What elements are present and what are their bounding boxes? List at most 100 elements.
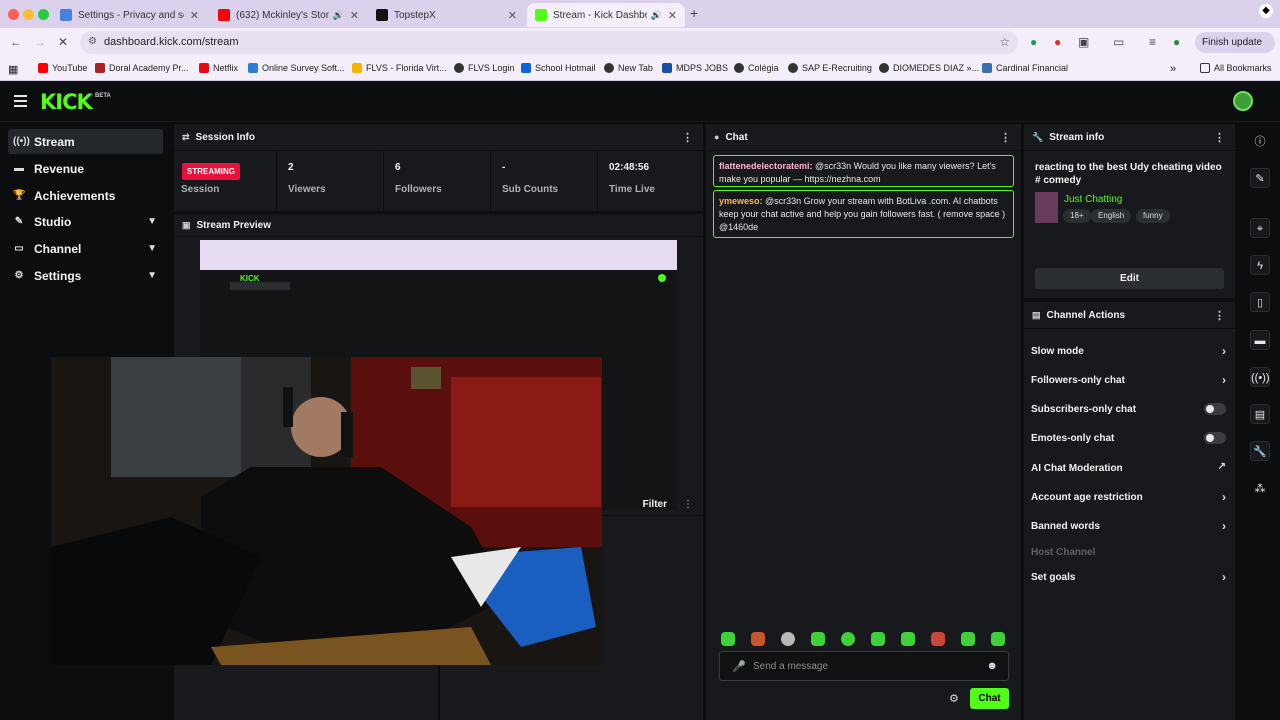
chat-username[interactable]: flattenedelectoratemi: bbox=[719, 161, 813, 171]
bookmark-sap[interactable]: SAP E-Recruiting bbox=[788, 63, 872, 73]
more-options-icon[interactable]: ⋮ bbox=[682, 131, 693, 144]
zoom-window-button[interactable] bbox=[38, 9, 49, 20]
category-thumbnail[interactable] bbox=[1035, 192, 1058, 223]
reading-list-icon[interactable]: ≡ bbox=[1149, 35, 1156, 49]
chat-input[interactable]: 🎤 Send a message ☻ bbox=[719, 651, 1009, 681]
close-tab-icon[interactable]: ✕ bbox=[190, 9, 199, 22]
pencil-icon[interactable]: ✎ bbox=[1250, 168, 1270, 188]
action-banned-words[interactable]: Banned words › bbox=[1031, 519, 1226, 533]
chat-message[interactable]: ymeweso: @scr33n Grow your stream with B… bbox=[713, 190, 1014, 238]
back-arrow-icon[interactable]: ← bbox=[10, 35, 22, 49]
finish-update-button[interactable]: Finish update ⋮ bbox=[1195, 32, 1275, 69]
profile-avatar-icon[interactable]: ● bbox=[1173, 35, 1180, 49]
more-options-icon[interactable]: ⋮ bbox=[1000, 131, 1011, 144]
more-options-icon[interactable]: ⋮ bbox=[1214, 309, 1225, 322]
more-options-icon[interactable]: ⋮ bbox=[683, 499, 693, 510]
action-followers-only-chat[interactable]: Followers-only chat › bbox=[1031, 373, 1226, 387]
close-tab-icon[interactable]: ✕ bbox=[350, 9, 359, 22]
lightning-icon[interactable]: ϟ bbox=[1250, 255, 1270, 275]
speaker-icon[interactable]: 🔊 bbox=[333, 10, 344, 21]
action-account-age-restriction[interactable]: Account age restriction › bbox=[1031, 490, 1226, 504]
bookmark-colegia[interactable]: Colégia bbox=[734, 63, 779, 73]
emote-icon[interactable] bbox=[931, 632, 945, 646]
document-icon[interactable]: ▯ bbox=[1250, 292, 1270, 312]
emotes-only-toggle[interactable] bbox=[1204, 432, 1226, 444]
close-tab-icon[interactable]: ✕ bbox=[668, 9, 677, 22]
emote-icon[interactable] bbox=[961, 632, 975, 646]
chat-settings-gear-icon[interactable]: ⚙ bbox=[949, 692, 959, 705]
extension-red-icon[interactable]: ● bbox=[1054, 35, 1061, 49]
bookmark-mdps-jobs[interactable]: MDPS JOBS bbox=[662, 63, 728, 73]
emote-icon[interactable] bbox=[871, 632, 885, 646]
filter-button[interactable]: Filter bbox=[643, 499, 667, 510]
site-info-icon[interactable]: ⚙ bbox=[88, 36, 97, 47]
action-set-goals[interactable]: Set goals › bbox=[1031, 570, 1226, 584]
user-avatar[interactable] bbox=[1233, 91, 1253, 111]
forward-arrow-icon[interactable]: → bbox=[34, 35, 46, 49]
cast-icon[interactable]: ▭ bbox=[1113, 35, 1124, 49]
broadcast-icon[interactable]: ((•)) bbox=[1250, 367, 1270, 387]
chat-message[interactable]: flattenedelectoratemi: @scr33n Would you… bbox=[713, 155, 1014, 187]
browser-tab-youtube[interactable]: (632) Mckinley's Story (T 🔊 ✕ bbox=[210, 3, 367, 27]
bookmark-flvs[interactable]: FLVS - Florida Virt... bbox=[352, 63, 447, 73]
bookmark-star-icon[interactable]: ☆ bbox=[999, 35, 1010, 49]
browser-tab-topstep[interactable]: TopstepX ✕ bbox=[368, 3, 525, 27]
emote-icon[interactable] bbox=[841, 632, 855, 646]
emote-icon[interactable] bbox=[751, 632, 765, 646]
target-icon[interactable]: ⌖ bbox=[1250, 218, 1270, 238]
emote-icon[interactable] bbox=[811, 632, 825, 646]
apps-grid-icon[interactable]: ▦ bbox=[8, 63, 18, 76]
more-bookmarks-icon[interactable]: » bbox=[1170, 63, 1176, 75]
extension-green-icon[interactable]: ● bbox=[1030, 35, 1037, 49]
bookmark-netflix[interactable]: Netflix bbox=[199, 63, 238, 73]
microphone-icon[interactable]: 🎤 bbox=[732, 660, 746, 673]
tag-mature[interactable]: 18+ bbox=[1063, 209, 1091, 223]
emote-icon[interactable] bbox=[991, 632, 1005, 646]
emote-icon[interactable] bbox=[721, 632, 735, 646]
action-ai-chat-moderation[interactable]: AI Chat Moderation ↗ bbox=[1031, 461, 1226, 474]
chat-icon[interactable]: ▬ bbox=[1250, 330, 1270, 350]
minimize-window-button[interactable] bbox=[23, 9, 34, 20]
emote-icon[interactable] bbox=[781, 632, 795, 646]
category-link[interactable]: Just Chatting bbox=[1064, 194, 1122, 205]
bookmark-doral[interactable]: Doral Academy Pr... bbox=[95, 63, 189, 73]
chat-username[interactable]: ymeweso: bbox=[719, 196, 763, 206]
all-bookmarks[interactable]: All Bookmarks bbox=[1200, 63, 1272, 73]
bookmark-survey[interactable]: Online Survey Soft... bbox=[248, 63, 345, 73]
tag-language[interactable]: English bbox=[1091, 209, 1132, 223]
sidebar-item-channel[interactable]: ▭ Channel ▼ bbox=[8, 236, 163, 261]
browser-tab-settings[interactable]: Settings - Privacy and securi ✕ bbox=[52, 3, 207, 27]
bookmark-hotmail[interactable]: School Hotmail bbox=[521, 63, 596, 73]
sidebar-item-studio[interactable]: ✎ Studio ▼ bbox=[8, 209, 163, 234]
subscribers-only-toggle[interactable] bbox=[1204, 403, 1226, 415]
emote-icon[interactable] bbox=[901, 632, 915, 646]
bookmark-new-tab[interactable]: New Tab bbox=[604, 63, 653, 73]
bookmark-diomedes[interactable]: DIOMEDES DIAZ »... bbox=[879, 63, 979, 73]
send-chat-button[interactable]: Chat bbox=[970, 688, 1009, 709]
tag-funny[interactable]: funny bbox=[1136, 209, 1170, 223]
bookmark-youtube[interactable]: YouTube bbox=[38, 63, 87, 73]
sidebar-item-settings[interactable]: ⚙ Settings ▼ bbox=[8, 263, 163, 288]
info-icon[interactable]: ⓘ bbox=[1250, 132, 1270, 152]
address-bar[interactable]: ⚙ dashboard.kick.com/stream ☆ bbox=[80, 31, 1018, 54]
close-window-button[interactable] bbox=[8, 9, 19, 20]
extension-spark-icon[interactable]: ◆ bbox=[1259, 4, 1273, 18]
kick-logo[interactable]: KICK bbox=[40, 90, 93, 114]
hamburger-menu-icon[interactable] bbox=[14, 95, 27, 107]
stop-loading-icon[interactable]: ✕ bbox=[58, 35, 68, 49]
apps-icon[interactable]: ⁂ bbox=[1250, 479, 1270, 499]
more-options-icon[interactable]: ⋮ bbox=[1214, 131, 1225, 144]
extensions-puzzle-icon[interactable]: ▣ bbox=[1078, 35, 1089, 49]
sidebar-item-stream[interactable]: ((•)) Stream bbox=[8, 129, 163, 154]
close-tab-icon[interactable]: ✕ bbox=[508, 9, 517, 22]
sidebar-item-revenue[interactable]: ▬ Revenue bbox=[8, 156, 163, 181]
browser-tab-kick[interactable]: Stream - Kick Dashboard 🔊 ✕ bbox=[527, 3, 685, 27]
sidebar-item-achievements[interactable]: 🏆 Achievements bbox=[8, 183, 163, 208]
bookmark-cardinal[interactable]: Cardinal Financial bbox=[982, 63, 1068, 73]
new-tab-button[interactable]: + bbox=[690, 5, 698, 21]
layout-icon[interactable]: ▤ bbox=[1250, 404, 1270, 424]
edit-stream-info-button[interactable]: Edit bbox=[1035, 268, 1224, 289]
bookmark-flvs-login[interactable]: FLVS Login bbox=[454, 63, 514, 73]
speaker-icon[interactable]: 🔊 bbox=[651, 10, 662, 21]
wrench-icon[interactable]: 🔧 bbox=[1250, 441, 1270, 461]
